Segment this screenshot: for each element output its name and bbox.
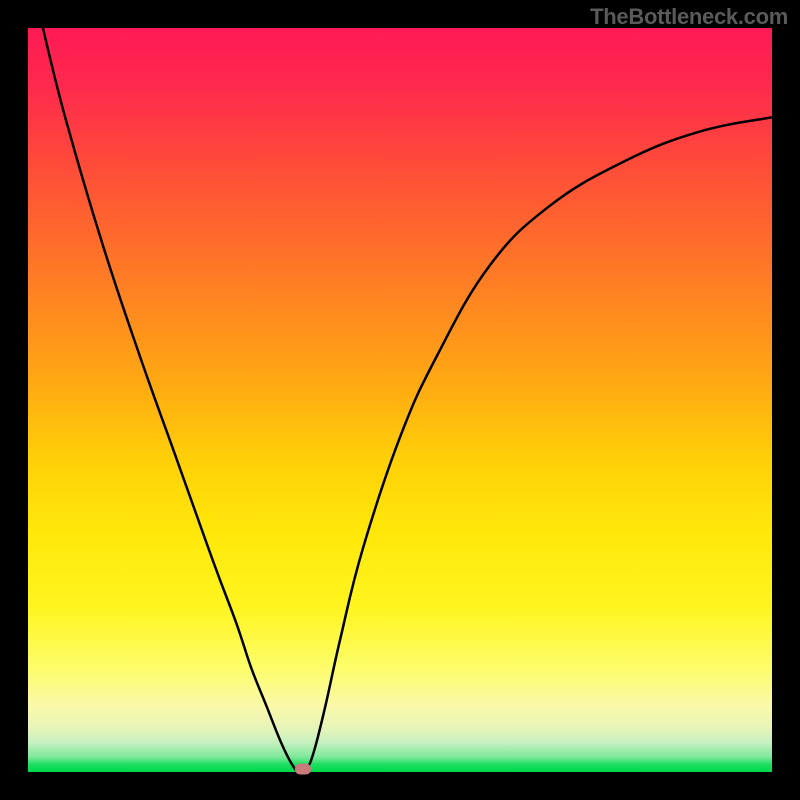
curve-svg [28, 28, 772, 772]
watermark-text: TheBottleneck.com [590, 4, 788, 30]
bottleneck-curve-line [43, 28, 772, 772]
chart-plot-area [28, 28, 772, 772]
optimal-point-marker [295, 764, 311, 775]
